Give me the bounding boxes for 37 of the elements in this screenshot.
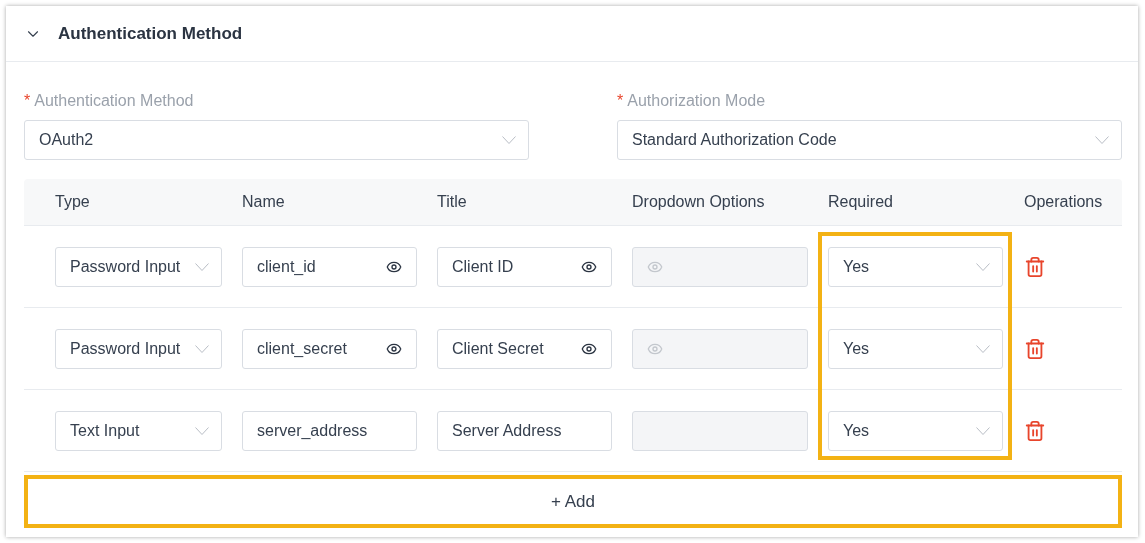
delete-icon[interactable] bbox=[1024, 337, 1046, 360]
chevron-down-icon bbox=[502, 136, 516, 144]
title-field[interactable]: Client ID bbox=[437, 246, 612, 287]
field-label: Authentication Method bbox=[34, 92, 194, 110]
required-select[interactable]: Yes bbox=[828, 246, 1003, 287]
required-select[interactable]: Yes bbox=[828, 410, 1003, 451]
type-select[interactable]: Password Input bbox=[55, 246, 222, 287]
column-header: Operations bbox=[1023, 193, 1104, 211]
chevron-down-icon bbox=[1095, 136, 1109, 144]
select-field[interactable]: OAuth2 bbox=[24, 120, 529, 160]
chevron-down-icon bbox=[195, 262, 209, 271]
required-select[interactable]: Yes bbox=[828, 328, 1003, 369]
column-header: Required bbox=[827, 193, 894, 211]
column-header: Name bbox=[241, 193, 286, 211]
name-field[interactable]: client_id bbox=[242, 246, 417, 287]
column-header: Dropdown Options bbox=[631, 193, 766, 211]
field-label: Authorization Mode bbox=[627, 92, 766, 110]
column-header: Title bbox=[436, 193, 468, 211]
delete-icon[interactable] bbox=[1024, 419, 1046, 442]
delete-icon[interactable] bbox=[1024, 255, 1046, 278]
add-button[interactable]: + Add bbox=[24, 475, 1122, 528]
chevron-down-icon bbox=[976, 426, 990, 435]
column-header: Type bbox=[54, 193, 91, 211]
title-field[interactable]: Server Address bbox=[437, 410, 612, 451]
type-select[interactable]: Text Input bbox=[55, 410, 222, 451]
section-title: Authentication Method bbox=[58, 23, 243, 44]
chevron-down-icon bbox=[195, 344, 209, 353]
name-field[interactable]: client_secret bbox=[242, 328, 417, 369]
chevron-down-icon bbox=[195, 426, 209, 435]
type-select[interactable]: Password Input bbox=[55, 328, 222, 369]
chevron-down-icon bbox=[976, 262, 990, 271]
required-asterisk: * bbox=[617, 92, 624, 110]
title-field[interactable]: Client Secret bbox=[437, 328, 612, 369]
select-field[interactable]: Standard Authorization Code bbox=[617, 120, 1122, 160]
name-field[interactable]: server_address bbox=[242, 410, 417, 451]
required-asterisk: * bbox=[24, 92, 31, 110]
chevron-down-icon bbox=[976, 344, 990, 353]
